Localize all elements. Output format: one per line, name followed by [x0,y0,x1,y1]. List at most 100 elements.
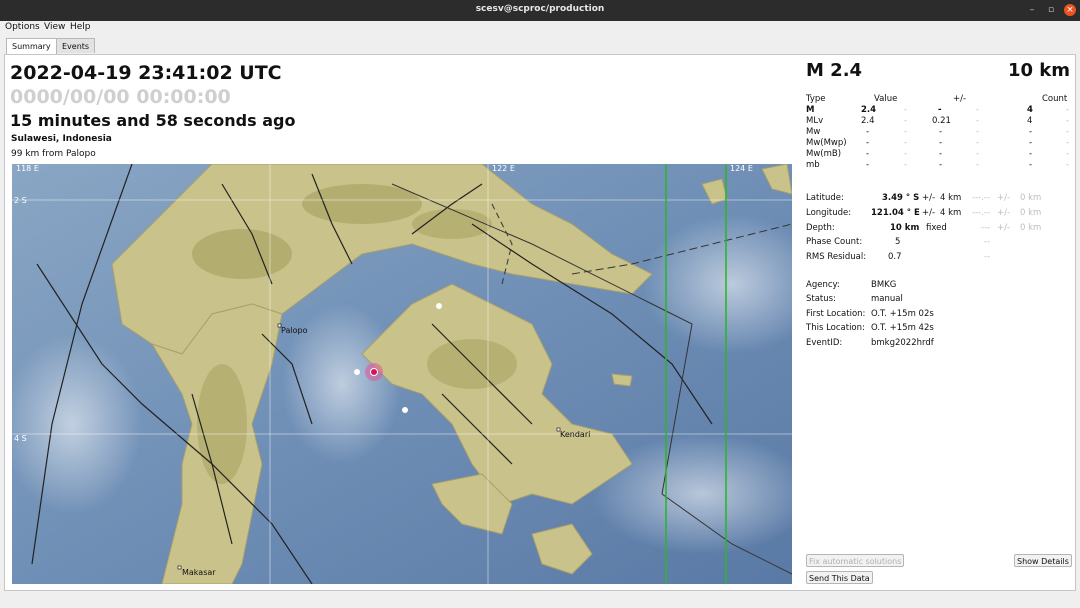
city-label-makasar: Makasar [182,568,216,577]
latitude-alt-error: 0 km [1020,193,1042,203]
city-marker-makasar [177,565,182,570]
lon-label: 122 E [492,164,515,173]
epicenter-marker[interactable] [370,368,378,376]
mag-count: - [1029,160,1033,170]
mag-value: - [866,160,870,170]
rms-alt: -- [984,252,991,262]
menu-help[interactable]: Help [70,22,91,32]
mag-sep: - [904,138,908,148]
depth-alt-pm: +/- [997,223,1011,233]
mag-sep: - [1066,105,1070,115]
mag-count: - [1029,138,1033,148]
mag-count: - [1029,149,1033,159]
menu-options[interactable]: Options [5,22,40,32]
mag-sep: - [904,127,908,137]
minimize-icon[interactable]: – [1025,3,1039,17]
mag-value: 2.4 [861,105,877,115]
mag-error: - [939,160,943,170]
mag-value: - [866,127,870,137]
phase-count-value: 5 [895,237,901,247]
local-time: 0000/00/00 00:00:00 [10,86,231,108]
depth-alt: --- [981,223,991,233]
mag-count: - [1029,127,1033,137]
mag-sep: - [904,116,908,126]
station-marker[interactable] [402,407,408,413]
this-location-value: O.T. +15m 42s [871,323,934,333]
close-icon[interactable]: × [1064,4,1076,16]
window-titlebar: scesv@scproc/production – ▫ × [0,0,1080,21]
depth-label: Depth: [806,223,835,233]
mag-sep: - [1066,138,1070,148]
mag-type: Mw(Mwp) [806,138,847,148]
latitude-label: Latitude: [806,193,844,203]
station-marker[interactable] [436,303,442,309]
mag-error: - [939,138,943,148]
mag-error: 0.21 [932,116,951,126]
mag-sep: - [1066,116,1070,126]
fix-automatic-solutions-button[interactable]: Fix automatic solutions [806,554,905,567]
mag-count: 4 [1027,105,1033,115]
mag-error: - [938,105,942,115]
mag-count: 4 [1027,116,1033,126]
phase-count-label: Phase Count: [806,237,863,247]
event-map[interactable]: 118 E 122 E 124 E 2 S 4 S Palopo Kendari… [12,164,792,584]
mag-sep: - [1066,127,1070,137]
col-header-error: +/- [953,94,967,104]
longitude-value: 121.04 ° E [871,208,920,218]
maximize-icon[interactable]: ▫ [1044,3,1058,17]
mag-sep: - [904,105,908,115]
mag-type: Mw(mB) [806,149,842,159]
col-header-count: Count [1042,94,1068,104]
this-location-label: This Location: [806,323,865,333]
agency-label: Agency: [806,280,840,290]
mag-sep: - [904,160,908,170]
mag-error: - [939,127,943,137]
latitude-alt-pm: +/- [997,193,1011,203]
longitude-alt-pm: +/- [997,208,1011,218]
first-location-label: First Location: [806,309,866,319]
nearest-city: 99 km from Palopo [11,149,96,159]
mag-sep: - [976,149,980,159]
mag-value: - [866,149,870,159]
mag-error: - [939,149,943,159]
tab-events[interactable]: Events [56,38,96,53]
send-this-data-button[interactable]: Send This Data [806,571,873,584]
depth-summary: 10 km [1007,60,1070,81]
longitude-label: Longitude: [806,208,852,218]
mag-type: M [806,105,815,115]
mag-sep: - [1066,149,1070,159]
depth-type: fixed [926,223,947,233]
station-marker[interactable] [354,369,360,375]
agency-value: BMKG [871,280,897,290]
event-id-label: EventID: [806,338,843,348]
mag-value: 2.4 [861,116,875,126]
city-label-palopo: Palopo [281,326,308,335]
mag-sep: - [976,105,980,115]
phase-count-alt: -- [984,237,991,247]
rms-value: 0.7 [888,252,902,262]
depth-alt-error: 0 km [1020,223,1042,233]
latitude-error: 4 km [940,193,962,203]
event-id-value: bmkg2022hrdf [871,338,934,348]
region-name: Sulawesi, Indonesia [11,134,112,144]
longitude-alt-error: 0 km [1020,208,1042,218]
city-label-kendari: Kendari [560,430,591,439]
menu-bar: Options View Help [0,21,1080,35]
tab-summary[interactable]: Summary [6,38,57,55]
origin-time: 2022-04-19 23:41:02 UTC [10,62,282,84]
show-details-button[interactable]: Show Details [1014,554,1072,567]
map-canvas [12,164,792,584]
first-location-value: O.T. +15m 02s [871,309,934,319]
lat-label: 2 S [14,196,27,205]
latitude-alt: ---.-- [972,193,991,203]
window-title: scesv@scproc/production [475,4,605,14]
time-ago: 15 minutes and 58 seconds ago [10,111,296,130]
latitude-pm: +/- [922,193,936,203]
col-header-value: Value [874,94,898,104]
depth-value: 10 km [890,223,920,233]
mag-sep: - [976,160,980,170]
menu-view[interactable]: View [44,22,65,32]
mag-sep: - [904,149,908,159]
magnitude-summary: M 2.4 [806,60,863,81]
longitude-error: 4 km [940,208,962,218]
